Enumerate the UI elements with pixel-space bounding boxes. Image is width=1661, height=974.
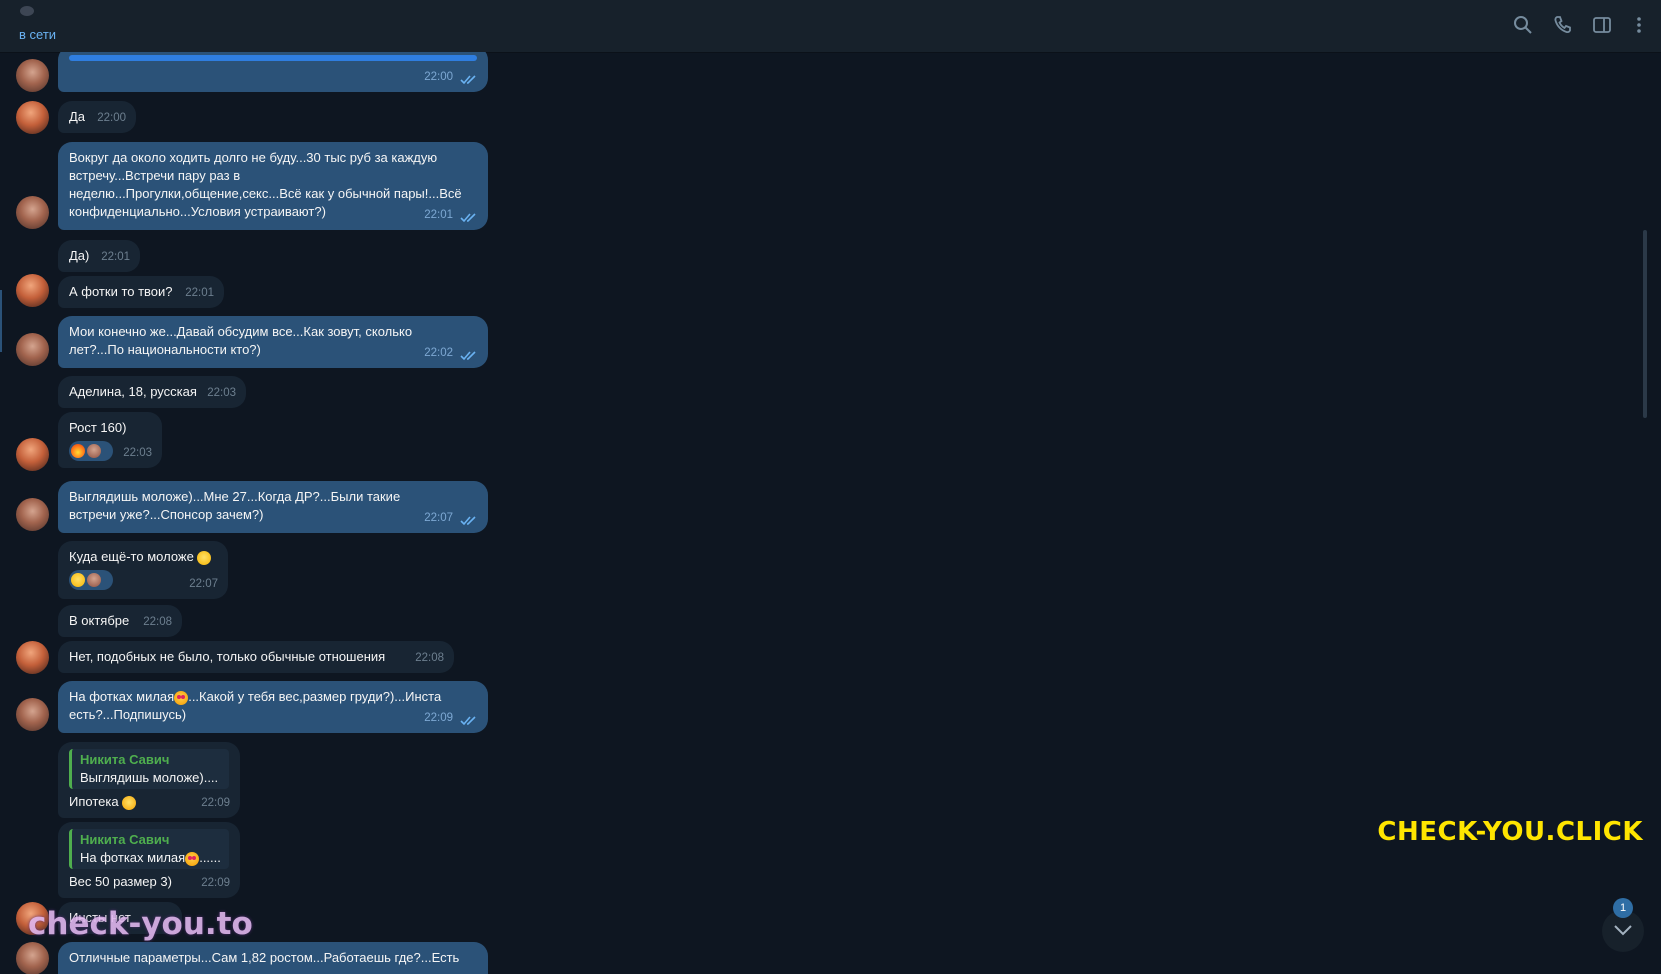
read-check-icon xyxy=(460,516,476,526)
message-outgoing[interactable]: Выглядишь моложе)...Мне 27...Когда ДР?..… xyxy=(58,481,488,533)
avatar[interactable] xyxy=(16,196,49,229)
reply-text: На фотках милая xyxy=(80,850,186,865)
reply-author: Никита Савич xyxy=(80,832,170,847)
link-preview-bar xyxy=(69,55,477,61)
message-time: 22:09 xyxy=(201,877,230,889)
message-time: 22:00 xyxy=(424,71,453,83)
message-text: Мои конечно же...Давай обсудим все...Как… xyxy=(69,324,413,357)
reactor-avatar xyxy=(87,444,101,458)
message-text: Выглядишь моложе)...Мне 27...Когда ДР?..… xyxy=(69,489,401,522)
message-time: 22:09 xyxy=(201,797,230,809)
read-check-icon xyxy=(460,75,476,85)
watermark-bottom: check-you.to xyxy=(28,906,253,942)
message-time: 22:03 xyxy=(207,387,236,399)
message-text: Рост 160) xyxy=(69,420,127,435)
message-time: 22:08 xyxy=(143,616,172,628)
avatar[interactable] xyxy=(16,59,49,92)
unread-badge: 1 xyxy=(1613,898,1633,918)
message-outgoing[interactable]: Мои конечно же...Давай обсудим все...Как… xyxy=(58,316,488,368)
avatar[interactable] xyxy=(16,942,49,974)
message-time: 22:07 xyxy=(424,512,453,524)
message-incoming[interactable]: В октябре 22:08 xyxy=(58,605,182,637)
laugh-emoji-icon xyxy=(122,795,137,810)
avatar[interactable] xyxy=(16,274,49,307)
message-text: Да) xyxy=(69,248,90,263)
message-text: А фотки то твои? xyxy=(69,284,173,299)
message-incoming[interactable]: Аделина, 18, русская 22:03 xyxy=(58,376,246,408)
smirk-emoji-icon xyxy=(197,550,212,565)
reaction-badge[interactable] xyxy=(69,441,113,461)
message-time: 22:00 xyxy=(97,112,126,124)
read-check-icon xyxy=(460,716,476,726)
reactor-avatar xyxy=(87,573,101,587)
chat-scrollbar[interactable] xyxy=(1643,230,1647,418)
phone-icon[interactable] xyxy=(1552,14,1574,36)
avatar[interactable] xyxy=(16,438,49,471)
message-outgoing[interactable]: 22:00 xyxy=(58,52,488,92)
message-incoming[interactable]: А фотки то твои? 22:01 xyxy=(58,276,224,308)
watermark-top: CHECK-YOU.CLICK xyxy=(1377,817,1643,847)
reply-author: Никита Савич xyxy=(80,752,170,767)
avatar[interactable] xyxy=(16,498,49,531)
selection-indicator xyxy=(0,290,2,352)
message-text: В октябре xyxy=(69,613,130,628)
reply-text: Выглядишь моложе).... xyxy=(80,770,219,785)
message-time: 22:02 xyxy=(424,347,453,359)
grin-emoji-icon xyxy=(71,573,85,587)
message-incoming[interactable]: Да) 22:01 xyxy=(58,240,140,272)
reply-quote[interactable]: Никита Савич Выглядишь моложе).... xyxy=(69,749,229,789)
message-time: 22:01 xyxy=(101,251,130,263)
message-outgoing[interactable]: Отличные параметры...Сам 1,82 ростом...Р… xyxy=(58,942,488,974)
message-text: Отличные параметры...Сам 1,82 ростом...Р… xyxy=(69,950,460,965)
message-text: Нет, подобных не было, только обычные от… xyxy=(69,649,386,664)
message-time: 22:01 xyxy=(185,287,214,299)
more-icon[interactable] xyxy=(1628,14,1650,36)
message-text: Ипотека xyxy=(69,794,119,809)
chat-name-icon xyxy=(20,6,34,16)
online-status: в сети xyxy=(19,27,57,42)
message-text: Вокруг да около ходить долго не буду...3… xyxy=(69,150,462,219)
message-text: Куда ещё-то моложе xyxy=(69,549,194,564)
read-check-icon xyxy=(460,351,476,361)
message-time: 22:07 xyxy=(189,578,218,590)
message-outgoing[interactable]: Вокруг да около ходить долго не буду...3… xyxy=(58,142,488,230)
avatar[interactable] xyxy=(16,698,49,731)
message-incoming[interactable]: Никита Савич Выглядишь моложе).... Ипоте… xyxy=(58,742,240,818)
message-incoming[interactable]: Да 22:00 xyxy=(58,101,136,133)
message-time: 22:03 xyxy=(123,447,152,459)
sidebar-toggle-icon[interactable] xyxy=(1591,14,1613,36)
read-check-icon xyxy=(460,213,476,223)
avatar[interactable] xyxy=(16,641,49,674)
message-outgoing[interactable]: На фотках милая ...Какой у тебя вес,разме… xyxy=(58,681,488,733)
message-incoming[interactable]: Нет, подобных не было, только обычные от… xyxy=(58,641,454,673)
message-text: На фотках милая xyxy=(69,689,175,704)
fire-emoji-icon xyxy=(71,444,85,458)
message-time: 22:01 xyxy=(424,209,453,221)
reply-text: ...... xyxy=(199,850,221,865)
message-time: 22:08 xyxy=(415,652,444,664)
message-incoming[interactable]: Рост 160) 22:03 xyxy=(58,412,162,468)
avatar[interactable] xyxy=(16,333,49,366)
message-incoming[interactable]: Куда ещё-то моложе 22:07 xyxy=(58,541,228,599)
message-time: 22:09 xyxy=(424,712,453,724)
reaction-badge[interactable] xyxy=(69,570,113,590)
heart-eyes-emoji-icon xyxy=(185,851,200,866)
avatar[interactable] xyxy=(16,101,49,134)
chevron-down-icon xyxy=(1614,925,1632,936)
message-text: Да xyxy=(69,109,86,124)
message-text: Аделина, 18, русская xyxy=(69,384,197,399)
heart-eyes-emoji-icon xyxy=(174,690,189,705)
search-icon[interactable] xyxy=(1512,14,1534,36)
chat-header: в сети xyxy=(0,0,1661,53)
message-incoming[interactable]: Никита Савич На фотках милая...... Вес 5… xyxy=(58,822,240,898)
reply-quote[interactable]: Никита Савич На фотках милая...... xyxy=(69,829,229,869)
